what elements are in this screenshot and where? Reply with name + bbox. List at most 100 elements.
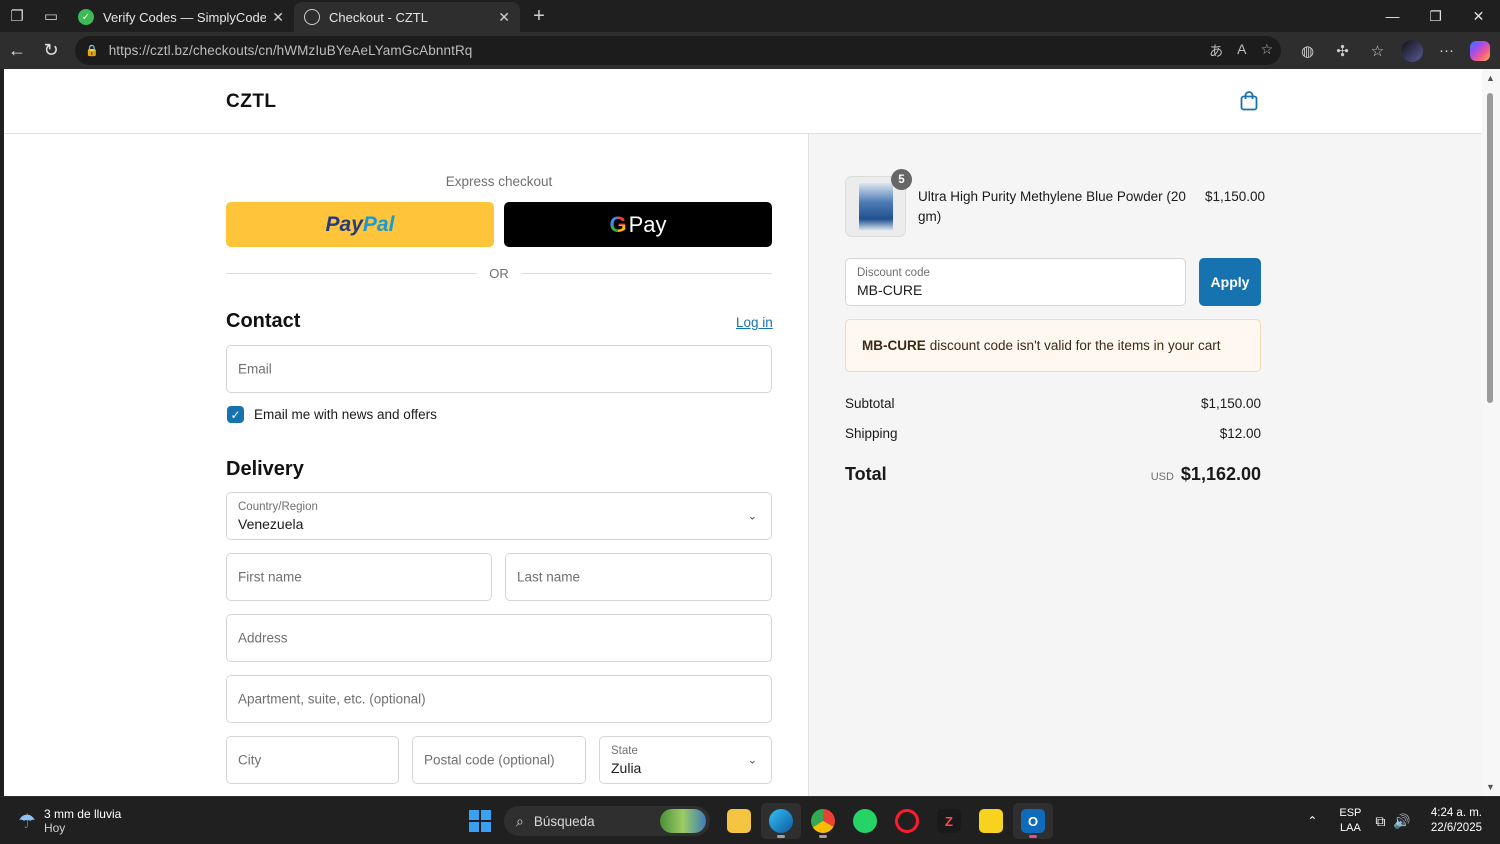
new-tab-button[interactable]: + [524,1,554,31]
lang-layout: LAA [1339,822,1361,834]
search-highlight-image [660,809,706,833]
login-link[interactable]: Log in [736,315,773,330]
outlook-icon[interactable]: O [1013,803,1053,839]
window-close-icon[interactable]: ✕ [1457,0,1500,32]
language-indicator[interactable]: ESP LAA [1339,806,1361,836]
favorite-star-icon[interactable]: ☆ [1260,41,1273,61]
city-placeholder: City [238,752,262,768]
edge-icon[interactable] [761,803,801,839]
close-icon[interactable]: ✕ [272,9,284,26]
start-icon[interactable] [462,803,498,839]
store-logo[interactable]: CZTL [226,91,277,113]
show-hidden-icons-icon[interactable]: ⌃ [1307,814,1317,828]
search-icon: ⌕ [516,812,524,829]
product-name: Ultra High Purity Methylene Blue Powder … [918,189,1186,224]
delivery-title: Delivery [226,458,304,480]
profile-avatar[interactable] [1401,39,1423,62]
address-field[interactable]: Address [226,614,772,662]
tab-checkout[interactable]: Checkout - CZTL ✕ [294,2,520,32]
contact-title: Contact [226,310,301,332]
page-scrollbar[interactable]: ▲ ▼ [1482,69,1500,796]
country-select[interactable]: Country/Region Venezuela ⌄ [226,492,772,540]
discount-code-field[interactable]: Discount code MB-CURE [845,258,1186,306]
restore-icon[interactable]: ❐ [1414,0,1457,32]
email-field[interactable]: Email [226,345,772,393]
city-field[interactable]: City [226,736,399,784]
address-bar-row: ← ↻ 🔒 https://cztl.bz/checkouts/cn/hWMzI… [0,32,1500,69]
clock[interactable]: 4:24 a. m. 22/6/2025 [1431,806,1482,836]
first-name-field[interactable]: First name [226,553,492,601]
clock-time: 4:24 a. m. [1430,807,1482,819]
globe-icon [304,9,320,25]
order-summary: 5 Ultra High Purity Methylene Blue Powde… [808,134,1482,796]
newsletter-label: Email me with news and offers [254,407,437,422]
quantity-badge: 5 [891,169,912,190]
shipping-value: $12.00 [1219,426,1261,441]
read-aloud-icon[interactable]: A [1237,41,1246,61]
weather-widget[interactable]: ☂ 3 mm de lluvia Hoy [18,807,121,835]
page-viewport: CZTL Express checkout Pay Pal G Pay OR Co… [4,69,1482,796]
scroll-down-icon[interactable]: ▼ [1486,782,1495,792]
more-menu-icon[interactable]: ··· [1429,32,1464,69]
checkout-form: Express checkout Pay Pal G Pay OR Contact… [4,134,808,796]
opera-icon[interactable] [887,803,927,839]
extensions-icon[interactable]: ✣ [1325,32,1360,69]
minimize-icon[interactable]: — [1371,0,1414,32]
last-name-field[interactable]: Last name [505,553,772,601]
translate-icon[interactable]: あ [1209,41,1223,61]
sticky-notes-icon[interactable] [971,803,1011,839]
copilot-icon[interactable] [1470,40,1490,61]
apartment-field[interactable]: Apartment, suite, etc. (optional) [226,675,772,723]
clock-date: 22/6/2025 [1430,822,1482,834]
weather-text: 3 mm de lluvia [43,807,122,821]
taskbar-search[interactable]: ⌕ Búsqueda [504,806,710,836]
country-value: Venezuela [238,516,304,532]
refresh-icon[interactable]: ↻ [34,36,68,66]
paypal-button[interactable]: Pay Pal [226,202,494,247]
simplycodes-icon: ✓ [78,9,94,25]
search-label: Búsqueda [533,813,595,829]
tab-title: Checkout - CZTL [329,9,428,25]
state-label: State [611,745,638,757]
url-field[interactable]: 🔒 https://cztl.bz/checkouts/cn/hWMzIuBYe… [75,36,1281,65]
zeal-app-icon[interactable]: Z [929,803,969,839]
vpn-globe-icon[interactable]: ◍ [1290,32,1325,69]
whatsapp-icon[interactable] [845,803,885,839]
state-select[interactable]: State Zulia ⌄ [599,736,772,784]
google-pay-button[interactable]: G Pay [504,202,772,247]
scrollbar-thumb[interactable] [1487,93,1493,403]
last-name-placeholder: Last name [517,569,581,585]
product-package-image [859,183,893,231]
state-value: Zulia [611,760,642,776]
newsletter-checkbox[interactable]: ✓ [227,406,244,423]
favorites-icon[interactable]: ☆ [1360,32,1395,69]
or-text: OR [489,265,509,281]
subtotal-value: $1,150.00 [1200,396,1261,411]
discount-error-banner: MB-CURE discount code isn't valid for th… [845,319,1261,372]
chevron-down-icon: ⌄ [747,754,757,767]
workspaces-icon[interactable]: ❐ [0,0,34,32]
error-message: discount code isn't valid for the items … [929,338,1221,353]
file-explorer-icon[interactable] [719,803,759,839]
scroll-up-icon[interactable]: ▲ [1486,73,1495,83]
network-icon[interactable]: ⧉ [1375,813,1385,830]
tab-simplycodes[interactable]: ✓ Verify Codes — SimplyCodes ✕ [68,2,294,32]
express-checkout-label: Express checkout [445,174,553,189]
chrome-icon[interactable] [803,803,843,839]
close-icon[interactable]: ✕ [498,9,510,26]
apartment-placeholder: Apartment, suite, etc. (optional) [238,691,426,707]
volume-icon[interactable]: 🔊 [1393,813,1410,830]
tab-actions-icon[interactable]: ▭ [34,0,68,32]
window-controls: — ❐ ✕ [1371,0,1500,32]
back-icon[interactable]: ← [0,36,34,66]
email-placeholder: Email [238,361,272,377]
shopping-bag-icon[interactable] [1240,91,1258,111]
postal-code-field[interactable]: Postal code (optional) [412,736,586,784]
newsletter-checkbox-row[interactable]: ✓ Email me with news and offers [227,406,437,423]
total-row: Total USD $1,162.00 [845,464,1261,485]
subtotal-row: Subtotal $1,150.00 [845,396,1261,411]
apply-discount-button[interactable]: Apply [1199,258,1261,306]
lock-icon: 🔒 [85,45,99,57]
chevron-down-icon: ⌄ [747,510,757,523]
shipping-row: Shipping $12.00 [845,426,1261,441]
